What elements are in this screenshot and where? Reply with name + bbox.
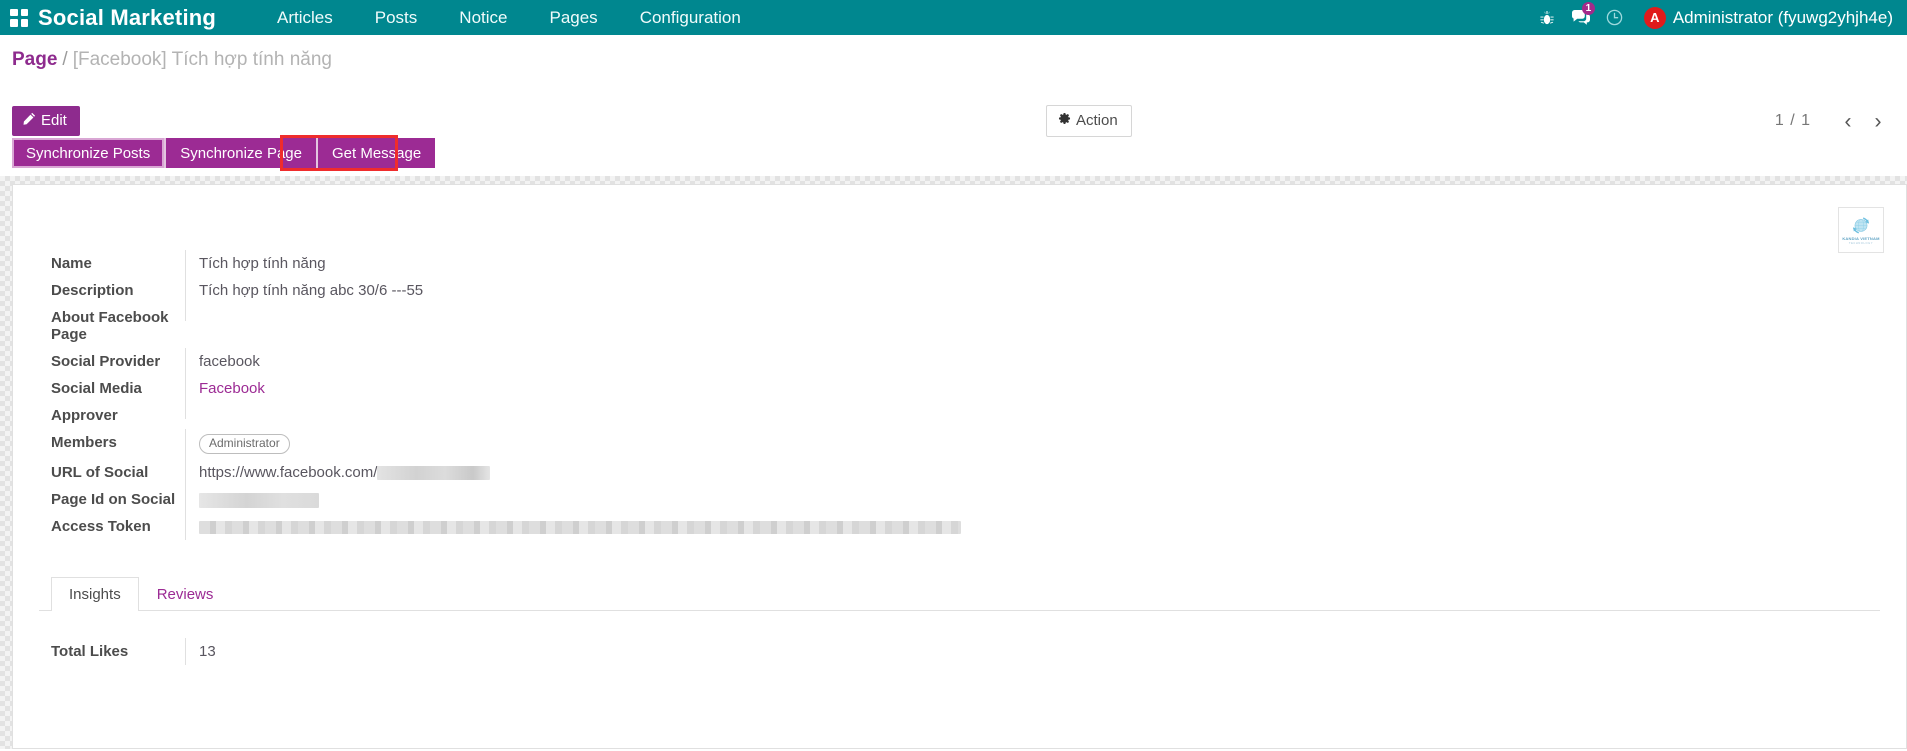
field-label-social-media: Social Media (51, 380, 142, 397)
bug-icon[interactable] (1530, 0, 1564, 35)
navbar-right-tools: 1 A Administrator (fyuwg2yhjh4e) (1530, 0, 1897, 35)
field-label-approver: Approver (51, 407, 118, 424)
apps-grid-cell (20, 8, 28, 16)
field-label-about-facebook-page: About Facebook Page (51, 309, 169, 343)
messages-badge-count: 1 (1581, 2, 1595, 15)
menu-item-notice[interactable]: Notice (438, 0, 528, 35)
url-of-social-redacted (377, 466, 491, 481)
access-token-redacted (199, 520, 961, 534)
edit-button-label: Edit (41, 112, 67, 129)
field-value-name: Tích hợp tính năng (185, 250, 1880, 277)
pager-previous-icon[interactable]: ‹ (1833, 107, 1863, 135)
field-value-description: Tích hợp tính năng abc 30/6 ---55 (185, 277, 1880, 304)
menu-item-articles[interactable]: Articles (256, 0, 354, 35)
page-logo-image: KANDIA VIETNAM TECHNOLOGY (1838, 207, 1884, 253)
field-label-name: Name (51, 255, 92, 272)
avatar[interactable]: A (1643, 6, 1666, 29)
field-value-approver (185, 402, 1880, 419)
field-row-members: Members Administrator (39, 429, 1880, 459)
synchronize-page-button[interactable]: Synchronize Page (164, 138, 316, 168)
pencil-icon (23, 112, 36, 129)
activity-clock-icon[interactable] (1598, 0, 1632, 35)
apps-grid-icon[interactable] (10, 8, 28, 27)
field-value-total-likes: 13 (185, 638, 1880, 665)
gear-icon (1058, 112, 1071, 129)
top-navbar: Social Marketing Articles Posts Notice P… (0, 0, 1907, 35)
user-menu-label[interactable]: Administrator (fyuwg2yhjh4e) (1673, 8, 1897, 28)
stat-button-bar: Synchronize Posts Synchronize Page Get M… (0, 135, 1907, 171)
globe-arrows-logo-icon (1853, 217, 1869, 234)
notebook-tabs: Insights Reviews (39, 577, 1880, 611)
notebook-pane-insights: Total Likes 13 (39, 638, 1880, 665)
field-value-social-provider: facebook (185, 348, 1880, 375)
logo-subtitle: TECHNOLOGY (1848, 241, 1874, 245)
field-row-name: Name Tích hợp tính năng (39, 250, 1880, 277)
field-label-members: Members (51, 434, 117, 451)
field-row-url-of-social: URL of Social https://www.facebook.com/ (39, 459, 1880, 486)
pager-next-icon[interactable]: › (1863, 107, 1893, 135)
breadcrumb-separator: / (62, 49, 68, 70)
field-row-total-likes: Total Likes 13 (39, 638, 1880, 665)
action-button-label: Action (1076, 112, 1118, 129)
field-row-page-id-on-social: Page Id on Social (39, 486, 1880, 513)
form-sheet: KANDIA VIETNAM TECHNOLOGY Name Tích hợp … (12, 184, 1907, 749)
field-row-access-token: Access Token (39, 513, 1880, 540)
url-of-social-text: https://www.facebook.com/ (199, 464, 378, 481)
field-label-page-id-on-social: Page Id on Social (51, 491, 176, 508)
field-label-url-of-social: URL of Social (51, 464, 149, 481)
field-value-social-media[interactable]: Facebook (185, 375, 1880, 402)
app-brand-title[interactable]: Social Marketing (38, 5, 216, 31)
breadcrumb: Page / [Facebook] Tích hợp tính năng (12, 49, 332, 71)
get-message-button[interactable]: Get Message (315, 138, 436, 168)
synchronize-posts-button[interactable]: Synchronize Posts (12, 138, 165, 168)
apps-grid-cell (10, 8, 18, 16)
menu-item-configuration[interactable]: Configuration (619, 0, 762, 35)
field-label-total-likes: Total Likes (51, 643, 129, 660)
apps-grid-cell (10, 19, 18, 27)
field-value-page-id-on-social (185, 486, 1880, 513)
breadcrumb-current: [Facebook] Tích hợp tính năng (72, 49, 332, 70)
field-row-about-facebook-page: About Facebook Page (39, 304, 1880, 348)
member-tag[interactable]: Administrator (199, 434, 290, 454)
tab-insights[interactable]: Insights (51, 577, 139, 611)
field-row-description: Description Tích hợp tính năng abc 30/6 … (39, 277, 1880, 304)
messages-icon[interactable]: 1 (1564, 0, 1598, 35)
field-row-social-media: Social Media Facebook (39, 375, 1880, 402)
field-value-url-of-social: https://www.facebook.com/ (185, 459, 1880, 486)
field-row-approver: Approver (39, 402, 1880, 429)
record-form: Name Tích hợp tính năng Description Tích… (39, 250, 1880, 540)
tab-reviews[interactable]: Reviews (139, 577, 232, 611)
notebook: Insights Reviews Total Likes 13 (39, 577, 1880, 665)
menu-item-pages[interactable]: Pages (528, 0, 618, 35)
field-value-about-facebook-page (185, 304, 1880, 321)
field-label-access-token: Access Token (51, 518, 151, 535)
field-row-social-provider: Social Provider facebook (39, 348, 1880, 375)
field-label-description: Description (51, 282, 134, 299)
field-value-members: Administrator (185, 429, 1880, 459)
pager-count: 1 / 1 (1774, 112, 1811, 129)
page-id-redacted (199, 492, 319, 508)
field-label-social-provider: Social Provider (51, 353, 161, 370)
control-panel: Page / [Facebook] Tích hợp tính năng Edit … (0, 35, 1907, 138)
edit-button[interactable]: Edit (12, 106, 80, 136)
action-button[interactable]: Action (1046, 105, 1132, 137)
menu-item-posts[interactable]: Posts (354, 0, 439, 35)
record-pager: 1 / 1 ‹ › (1775, 107, 1893, 135)
breadcrumb-root[interactable]: Page (12, 49, 57, 70)
field-value-access-token (185, 513, 1880, 540)
apps-grid-cell (20, 19, 28, 27)
main-menu: Articles Posts Notice Pages Configuratio… (256, 0, 762, 35)
sheet-background: KANDIA VIETNAM TECHNOLOGY Name Tích hợp … (0, 176, 1907, 749)
